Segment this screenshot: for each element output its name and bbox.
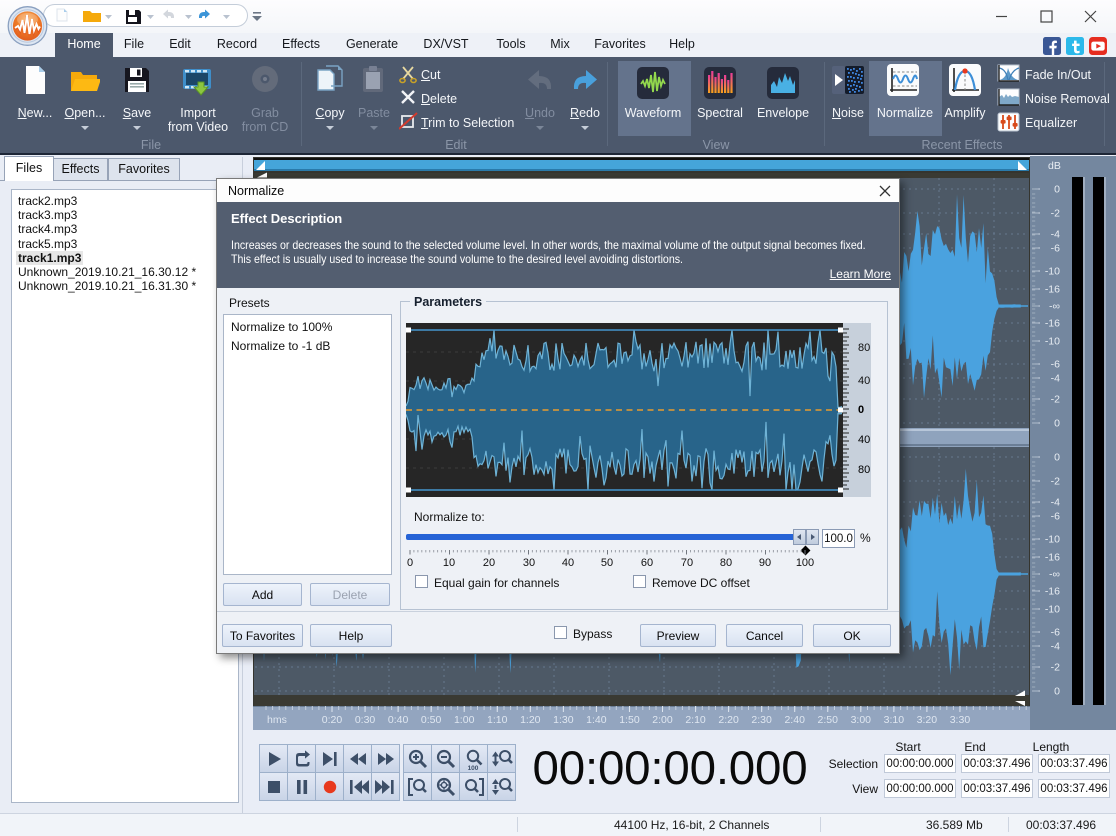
svg-text:-2: -2 xyxy=(1051,208,1060,220)
svg-text:-16: -16 xyxy=(1045,552,1060,564)
svg-text:-6: -6 xyxy=(1051,511,1060,523)
svg-text:-10: -10 xyxy=(1045,266,1060,278)
svg-text:80: 80 xyxy=(858,342,870,354)
svg-text:0:50: 0:50 xyxy=(421,714,442,726)
svg-text:-4: -4 xyxy=(1051,373,1060,385)
svg-text:-2: -2 xyxy=(1051,476,1060,488)
svg-text:0:30: 0:30 xyxy=(355,714,376,726)
svg-text:-6: -6 xyxy=(1051,359,1060,371)
svg-text:dB: dB xyxy=(1048,160,1061,172)
svg-text:-4: -4 xyxy=(1051,229,1060,241)
svg-text:2:30: 2:30 xyxy=(751,714,772,726)
svg-text:0:40: 0:40 xyxy=(388,714,409,726)
svg-text:0: 0 xyxy=(1054,686,1060,698)
svg-text:-∞: -∞ xyxy=(1049,569,1060,581)
svg-text:-10: -10 xyxy=(1045,336,1060,348)
svg-text:0: 0 xyxy=(1054,184,1060,196)
svg-text:3:10: 3:10 xyxy=(884,714,905,726)
svg-text:-∞: -∞ xyxy=(1049,301,1060,313)
svg-text:1:30: 1:30 xyxy=(553,714,574,726)
svg-text:2:20: 2:20 xyxy=(718,714,739,726)
svg-text:80: 80 xyxy=(858,464,870,476)
svg-text:1:50: 1:50 xyxy=(619,714,640,726)
svg-text:3:20: 3:20 xyxy=(917,714,938,726)
svg-text:0: 0 xyxy=(1054,452,1060,464)
svg-text:40: 40 xyxy=(858,434,870,446)
svg-text:-16: -16 xyxy=(1045,284,1060,296)
svg-text:100: 100 xyxy=(467,765,478,771)
svg-text:0: 0 xyxy=(858,404,864,416)
svg-text:hms: hms xyxy=(267,714,287,726)
svg-text:-16: -16 xyxy=(1045,586,1060,598)
svg-text:0:20: 0:20 xyxy=(322,714,343,726)
svg-text:1:20: 1:20 xyxy=(520,714,541,726)
svg-text:-4: -4 xyxy=(1051,497,1060,509)
svg-text:3:00: 3:00 xyxy=(851,714,872,726)
svg-text:-2: -2 xyxy=(1051,394,1060,406)
svg-text:2:50: 2:50 xyxy=(818,714,839,726)
svg-text:-10: -10 xyxy=(1045,604,1060,616)
svg-text:-4: -4 xyxy=(1051,641,1060,653)
svg-text:2:40: 2:40 xyxy=(784,714,805,726)
svg-text:-6: -6 xyxy=(1051,627,1060,639)
svg-text:-10: -10 xyxy=(1045,534,1060,546)
svg-text:-6: -6 xyxy=(1051,243,1060,255)
svg-text:1:40: 1:40 xyxy=(586,714,607,726)
svg-text:0: 0 xyxy=(1054,418,1060,430)
svg-text:1:00: 1:00 xyxy=(454,714,475,726)
svg-text:3:30: 3:30 xyxy=(950,714,971,726)
svg-text:2:10: 2:10 xyxy=(685,714,706,726)
svg-text:2:00: 2:00 xyxy=(652,714,673,726)
svg-text:40: 40 xyxy=(858,375,870,387)
svg-text:-16: -16 xyxy=(1045,318,1060,330)
svg-text:-2: -2 xyxy=(1051,662,1060,674)
svg-text:1:10: 1:10 xyxy=(487,714,508,726)
